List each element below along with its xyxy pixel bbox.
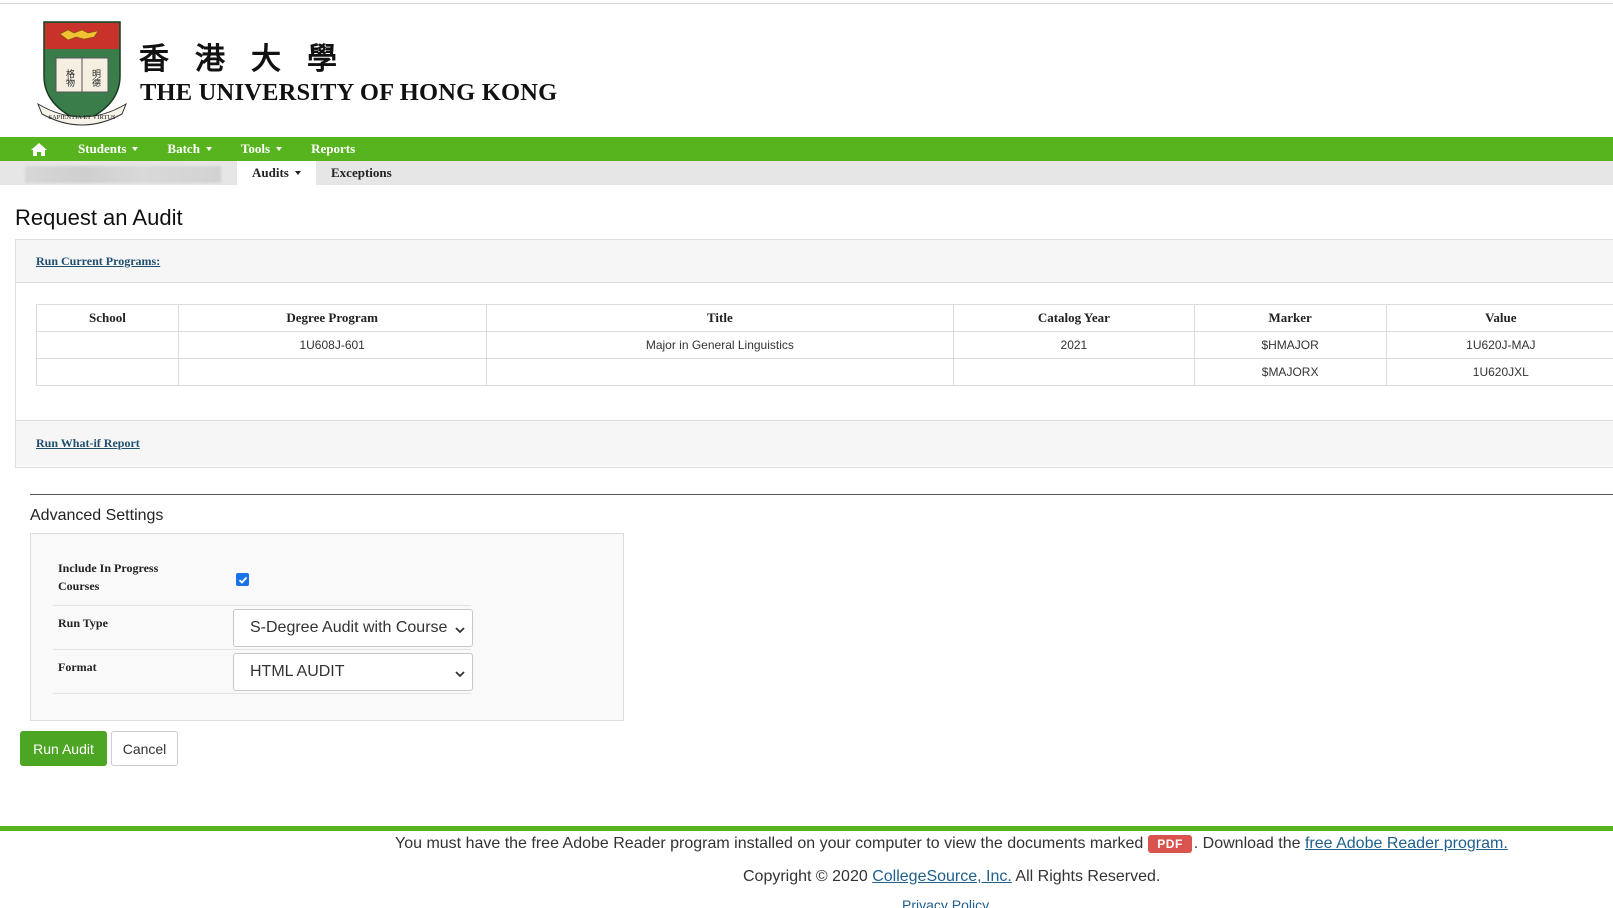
adobe-notice-text: You must have the free Adobe Reader prog…	[395, 835, 1144, 852]
advanced-settings-title: Advanced Settings	[30, 507, 164, 524]
format-select[interactable]: HTML AUDIT	[233, 653, 473, 691]
run-type-select-value: S-Degree Audit with Course	[250, 619, 448, 636]
university-chinese-name: 香港大學	[139, 42, 363, 77]
run-type-select[interactable]: S-Degree Audit with Course	[233, 609, 473, 647]
column-header-school: School	[36, 304, 179, 332]
run-current-programs-link[interactable]: Run Current Programs:	[36, 254, 160, 269]
sub-navbar: Audits Exceptions	[0, 161, 1613, 185]
run-whatif-report-link[interactable]: Run What-if Report	[36, 436, 140, 451]
tab-exceptions[interactable]: Exceptions	[331, 161, 392, 185]
cell-school	[36, 358, 179, 386]
table-row: 1U608J-601 Major in General Linguistics …	[36, 331, 1613, 359]
copyright-notice: Copyright © 2020 CollegeSource, Inc. All…	[743, 868, 1160, 886]
include-in-progress-row: Include In Progress Courses	[53, 556, 471, 606]
nav-reports[interactable]: Reports	[311, 141, 355, 157]
student-info-redacted	[25, 166, 221, 183]
include-in-progress-checkbox[interactable]	[236, 573, 249, 586]
nav-students-label: Students	[78, 141, 127, 156]
table-header-row: School Degree Program Title Catalog Year…	[36, 304, 1613, 332]
cell-value: 1U620JXL	[1385, 358, 1613, 386]
chevron-down-icon	[454, 667, 466, 679]
column-header-value: Value	[1385, 304, 1613, 332]
adobe-reader-link[interactable]: free Adobe Reader program.	[1305, 835, 1508, 853]
caret-down-icon	[276, 147, 283, 151]
run-whatif-footer: Run What-if Report	[16, 421, 1613, 466]
cell-value: 1U620J-MAJ	[1385, 331, 1613, 359]
crest-motto: SAPIENTIA ET VIRTUS	[48, 114, 116, 121]
nav-tools-label: Tools	[240, 141, 271, 156]
cell-marker: $MAJORX	[1193, 358, 1387, 386]
main-navbar: Students Batch Tools Reports	[0, 137, 1613, 161]
advanced-settings-panel: Include In Progress Courses Run Type S-D…	[30, 533, 624, 721]
run-type-label: Run Type	[58, 616, 108, 630]
cancel-button[interactable]: Cancel	[111, 731, 178, 766]
tab-audits-label: Audits	[252, 165, 289, 180]
caret-down-icon	[205, 147, 212, 151]
home-icon	[31, 142, 47, 156]
nav-reports-label: Reports	[311, 141, 356, 156]
university-english-name: THE UNIVERSITY OF HONG KONG	[140, 79, 558, 106]
table-row: $MAJORX 1U620JXL	[36, 358, 1613, 386]
column-header-degree-program: Degree Program	[177, 304, 487, 332]
footer-rule	[0, 826, 1613, 831]
cell-catalog-year	[953, 358, 1195, 386]
cell-school	[36, 331, 179, 359]
privacy-policy-link[interactable]: Privacy Policy	[902, 897, 989, 908]
column-header-title: Title	[485, 304, 955, 332]
format-select-value: HTML AUDIT	[250, 663, 345, 680]
cell-degree-program: 1U608J-601	[177, 331, 487, 359]
collegesource-link[interactable]: CollegeSource, Inc.	[872, 868, 1012, 885]
adobe-notice-download-text: . Download the	[1193, 835, 1301, 852]
site-header: 格物 明德 SAPIENTIA ET VIRTUS 香港大學 THE UNIVE…	[0, 4, 1613, 137]
column-header-marker: Marker	[1193, 304, 1387, 332]
run-current-header: Run Current Programs:	[16, 240, 1613, 283]
university-crest-logo: 格物 明德 SAPIENTIA ET VIRTUS	[36, 21, 128, 126]
run-audit-button[interactable]: Run Audit	[20, 731, 107, 766]
programs-table: School Degree Program Title Catalog Year…	[36, 304, 1613, 386]
cell-catalog-year: 2021	[953, 331, 1195, 359]
include-in-progress-label: Include In Progress Courses	[58, 561, 159, 593]
section-divider	[30, 494, 1613, 495]
programs-table-container: School Degree Program Title Catalog Year…	[16, 283, 1613, 421]
chevron-down-icon	[454, 623, 466, 635]
format-row: Format HTML AUDIT	[53, 650, 473, 694]
nav-tools[interactable]: Tools	[240, 141, 283, 157]
cell-marker: $HMAJOR	[1193, 331, 1387, 359]
programs-panel: Run Current Programs: School Degree Prog…	[15, 239, 1613, 468]
nav-batch-label: Batch	[167, 141, 200, 156]
cell-degree-program	[177, 358, 487, 386]
cell-title	[485, 358, 955, 386]
run-type-row: Run Type S-Degree Audit with Course	[53, 606, 473, 650]
copyright-text: Copyright © 2020	[743, 868, 868, 885]
checkmark-icon	[238, 576, 247, 584]
crest-book-right: 明德	[90, 69, 101, 88]
crest-book-left: 格物	[64, 68, 75, 88]
format-label: Format	[58, 660, 97, 674]
caret-down-icon	[132, 147, 139, 151]
nav-students[interactable]: Students	[78, 141, 139, 157]
cell-title: Major in General Linguistics	[485, 331, 955, 359]
tab-audits[interactable]: Audits	[237, 161, 316, 185]
rights-text: All Rights Reserved.	[1015, 868, 1161, 885]
page-title: Request an Audit	[15, 205, 183, 230]
adobe-notice: You must have the free Adobe Reader prog…	[395, 835, 1508, 853]
nav-home[interactable]	[0, 137, 78, 161]
column-header-catalog-year: Catalog Year	[953, 304, 1195, 332]
nav-batch[interactable]: Batch	[167, 141, 212, 157]
pdf-badge: PDF	[1148, 835, 1192, 853]
caret-down-icon	[294, 171, 301, 175]
tab-exceptions-label: Exceptions	[331, 165, 392, 180]
